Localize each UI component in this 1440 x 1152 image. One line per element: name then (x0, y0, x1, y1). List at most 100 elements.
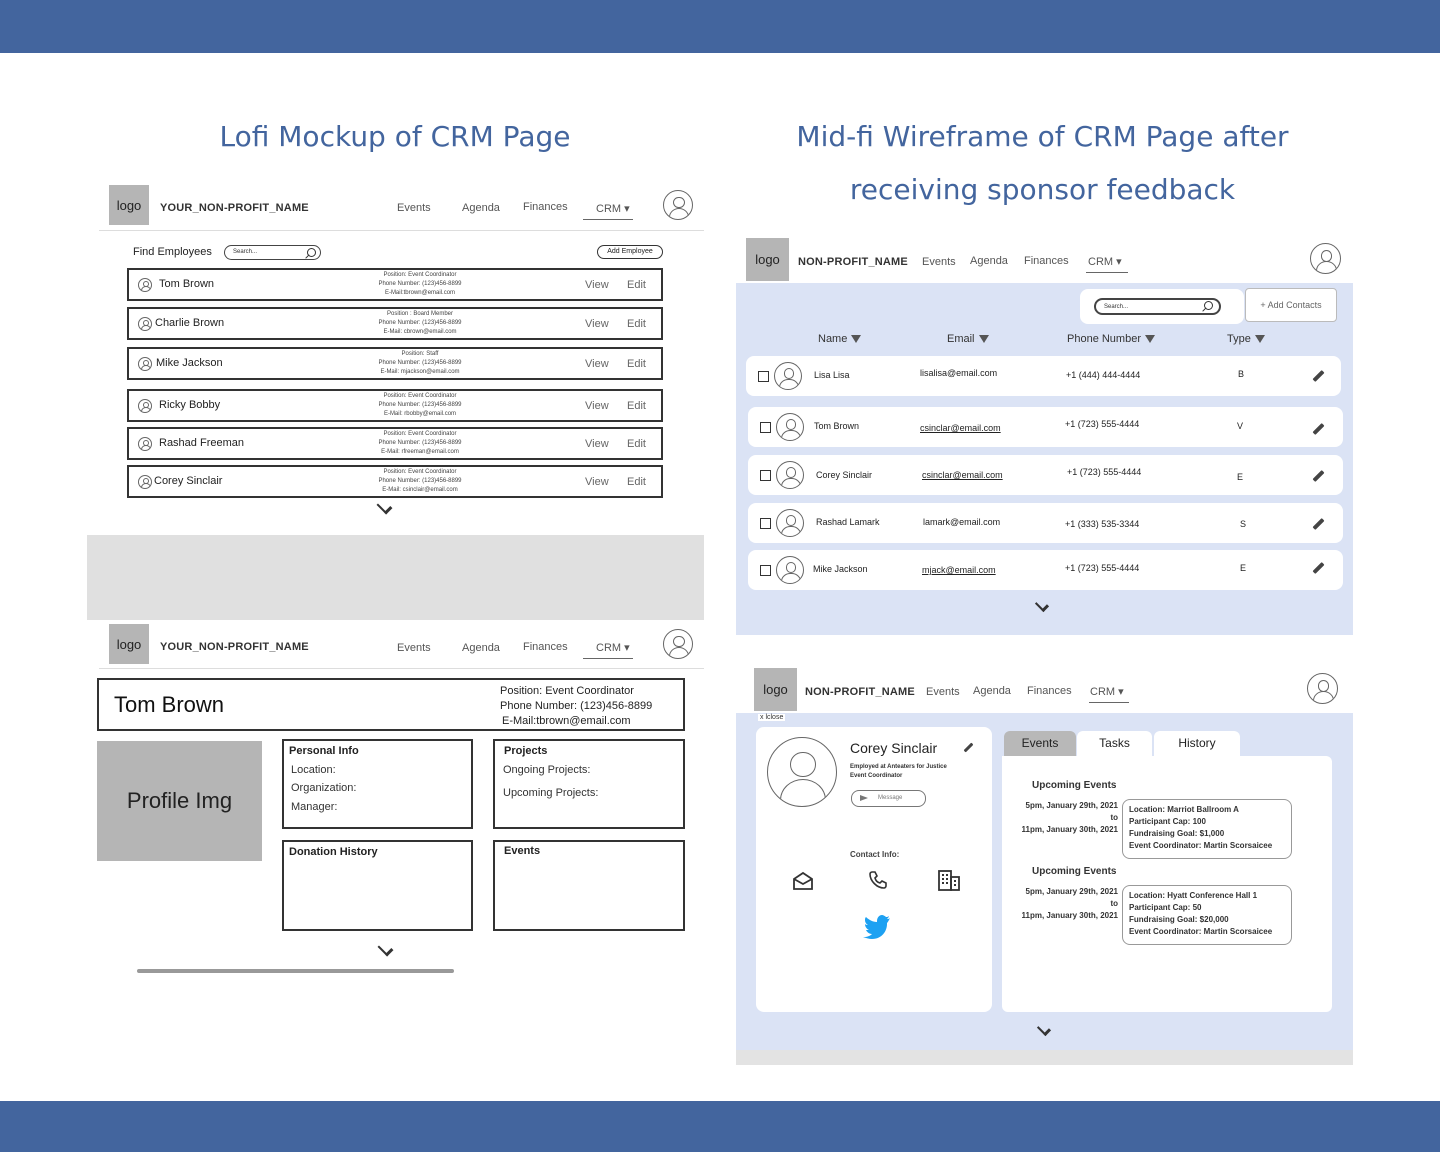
search-icon[interactable] (307, 248, 316, 257)
nav-events[interactable]: Events (926, 686, 960, 698)
event-card[interactable]: Location: Hyatt Conference Hall 1 Partic… (1122, 885, 1292, 945)
column-header-name[interactable]: Name (818, 333, 862, 345)
contact-row[interactable]: Lisa Lisa lisalisa@email.com +1 (444) 44… (746, 356, 1341, 396)
contact-row[interactable]: Rashad Lamark lamark@email.com +1 (333) … (748, 503, 1343, 543)
contact-email[interactable]: lisalisa@email.com (920, 368, 997, 378)
nav-events[interactable]: Events (397, 202, 431, 214)
nav-agenda[interactable]: Agenda (462, 202, 500, 214)
tab-events[interactable]: Events (1004, 731, 1076, 756)
employee-row[interactable]: Mike Jackson Position: Staff Phone Number… (127, 347, 663, 380)
view-link[interactable]: View (585, 318, 609, 330)
row-checkbox[interactable] (760, 565, 771, 576)
edit-pencil-icon[interactable] (1312, 422, 1325, 436)
edit-link[interactable]: Edit (627, 438, 646, 450)
contact-email[interactable]: csinclar@email.com (922, 470, 1003, 480)
edit-link[interactable]: Edit (627, 400, 646, 412)
add-employee-button[interactable]: Add Employee (597, 245, 663, 259)
row-checkbox[interactable] (760, 422, 771, 433)
search-icon[interactable] (1204, 301, 1213, 310)
tab-tasks[interactable]: Tasks (1077, 731, 1152, 756)
nav-finances[interactable]: Finances (1027, 685, 1072, 697)
nav-crm-dropdown[interactable]: CRM ▾ (1086, 255, 1128, 273)
email-text: E-Mail: rfreeman@email.com (381, 449, 459, 455)
nav-agenda[interactable]: Agenda (462, 642, 500, 654)
employee-row[interactable]: Ricky Bobby Position: Event Coordinator P… (127, 389, 663, 422)
edit-link[interactable]: Edit (627, 476, 646, 488)
nav-events[interactable]: Events (397, 642, 431, 654)
edit-pencil-icon[interactable] (1312, 561, 1325, 575)
user-avatar-icon[interactable] (663, 190, 693, 220)
phone-text: Phone Number: (123)456-8899 (378, 440, 462, 446)
tab-history[interactable]: History (1154, 731, 1240, 756)
edit-link[interactable]: Edit (627, 318, 646, 330)
contact-row[interactable]: Mike Jackson mjack@email.com +1 (723) 55… (748, 550, 1343, 590)
edit-pencil-icon[interactable] (1312, 469, 1325, 483)
nav-finances[interactable]: Finances (1024, 255, 1069, 267)
date-start: 5pm, January 29th, 2021 (1025, 887, 1119, 896)
column-header-phone[interactable]: Phone Number (1067, 333, 1155, 345)
view-link[interactable]: View (585, 476, 609, 488)
view-link[interactable]: View (585, 438, 609, 450)
building-icon[interactable] (937, 869, 961, 891)
contact-row[interactable]: Corey Sinclair csinclar@email.com +1 (72… (748, 455, 1343, 495)
twitter-icon[interactable] (863, 915, 891, 939)
nav-agenda[interactable]: Agenda (973, 685, 1011, 697)
filter-icon[interactable] (1145, 335, 1155, 344)
close-link[interactable]: x lclose (758, 714, 786, 721)
view-link[interactable]: View (585, 400, 609, 412)
phone-icon[interactable] (868, 870, 888, 890)
filter-icon[interactable] (978, 335, 989, 344)
nav-events[interactable]: Events (922, 256, 956, 268)
user-avatar-icon[interactable] (663, 629, 693, 659)
edit-pencil-icon[interactable] (1312, 369, 1325, 383)
nav-finances[interactable]: Finances (523, 641, 568, 653)
employee-row[interactable]: Rashad Freeman Position: Event Coordinat… (127, 427, 663, 460)
scrollbar[interactable] (137, 969, 454, 973)
email-icon[interactable] (792, 871, 814, 891)
edit-link[interactable]: Edit (627, 279, 646, 291)
contact-info: Position: Event Coordinator Phone Number… (500, 684, 652, 729)
nav-agenda[interactable]: Agenda (970, 255, 1008, 267)
edit-pencil-icon[interactable] (963, 742, 974, 753)
lofi-heading: Lofi Mockup of CRM Page (219, 120, 571, 153)
logo[interactable]: logo (746, 238, 789, 281)
contact-phone: +1 (723) 555-4444 (1065, 563, 1140, 573)
user-avatar-icon[interactable] (1310, 243, 1341, 274)
logo[interactable]: logo (109, 185, 149, 225)
filter-icon[interactable] (1254, 335, 1265, 344)
column-header-email[interactable]: Email (947, 333, 989, 345)
employee-row[interactable]: Tom Brown Position: Event Coordinator Pho… (127, 268, 663, 301)
filter-icon[interactable] (851, 335, 862, 344)
column-header-type[interactable]: Type (1227, 333, 1265, 345)
contact-email[interactable]: mjack@email.com (922, 565, 996, 575)
add-contacts-button[interactable]: + Add Contacts (1245, 288, 1337, 322)
row-checkbox[interactable] (758, 371, 769, 382)
contact-phone: +1 (444) 444-4444 (1066, 370, 1141, 380)
search-input[interactable]: Search... (1094, 298, 1221, 315)
employee-row[interactable]: Charlie Brown Position : Board Member Pho… (127, 307, 663, 340)
nav-crm-dropdown[interactable]: CRM ▾ (583, 202, 633, 220)
nav-finances[interactable]: Finances (523, 201, 568, 213)
logo[interactable]: logo (754, 668, 797, 711)
row-checkbox[interactable] (760, 518, 771, 529)
row-checkbox[interactable] (760, 470, 771, 481)
logo[interactable]: logo (109, 624, 149, 664)
event-card[interactable]: Location: Marriot Ballroom A Participant… (1122, 799, 1292, 859)
view-link[interactable]: View (585, 279, 609, 291)
contact-email[interactable]: csinclar@email.com (920, 423, 1001, 433)
divider (99, 230, 704, 231)
column-label: Name (818, 333, 848, 345)
employee-row[interactable]: Corey Sinclair Position: Event Coordinat… (127, 465, 663, 498)
view-link[interactable]: View (585, 358, 609, 370)
contact-email[interactable]: lamark@email.com (923, 517, 1000, 527)
edit-link[interactable]: Edit (627, 358, 646, 370)
org-name: YOUR_NON-PROFIT_NAME (160, 641, 309, 653)
nav-crm-dropdown[interactable]: CRM ▾ (1089, 685, 1129, 703)
contact-row[interactable]: Tom Brown csinclar@email.com +1 (723) 55… (748, 407, 1343, 447)
nav-crm-dropdown[interactable]: CRM ▾ (583, 641, 633, 659)
chevron-down-icon[interactable] (377, 940, 394, 957)
edit-pencil-icon[interactable] (1312, 517, 1325, 531)
avatar-icon (776, 413, 804, 441)
user-avatar-icon[interactable] (1307, 673, 1338, 704)
role-text: Event Coordinator (850, 773, 903, 779)
